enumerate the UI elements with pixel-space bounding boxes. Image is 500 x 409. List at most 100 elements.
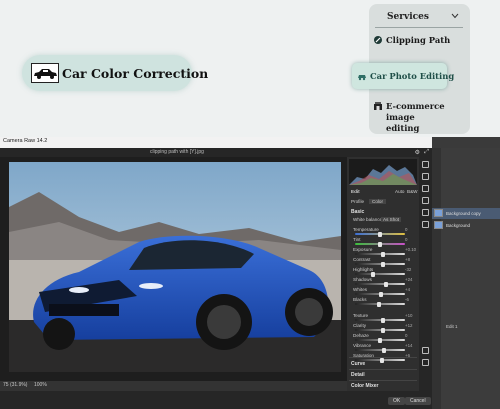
slider-knob[interactable] [381,347,386,353]
services-menu: Services Clipping Path Car Photo Editing… [352,4,470,134]
window-title: Camera Raw 14.2 [3,138,48,144]
redeye-tool-icon[interactable] [422,209,429,216]
car-color-correction-pill[interactable]: Car Color Correction [22,55,208,91]
slider-label: Texture [353,313,369,318]
slider-knob[interactable] [379,357,384,363]
panel-tab-edit[interactable]: Edit [351,189,360,194]
slider-value[interactable]: +12 [405,323,412,328]
ok-button[interactable]: OK [388,397,406,405]
edit-tool-icon[interactable] [422,161,429,168]
services-item-label: Car Photo Editing [370,71,455,81]
image-canvas[interactable] [0,157,347,381]
slider-knob[interactable] [370,271,375,277]
chevron-down-icon [451,12,459,21]
services-item-clipping-path[interactable]: Clipping Path [373,35,450,46]
app-menubar [432,137,500,148]
slider-value[interactable]: +8 [405,257,410,262]
slider-value[interactable]: +4 [405,287,410,292]
services-header-label: Services [387,12,429,22]
zoom-tool-icon[interactable] [422,347,429,354]
fullscreen-icon[interactable]: ⤢ [424,149,429,156]
layer-row[interactable]: Background copy [432,208,500,219]
slider-knob[interactable] [381,327,385,333]
slider-value[interactable]: +0.10 [405,247,416,252]
slider-track[interactable] [355,317,405,323]
slider-knob[interactable] [378,337,382,343]
slider-label: Dehaze [353,333,369,338]
slider-knob[interactable] [384,281,388,287]
window-titlebar: Camera Raw 14.2 [0,137,432,148]
services-item-label: Clipping Path [386,35,451,45]
services-item-ecommerce-editing[interactable]: E-commerce image editing [373,101,470,134]
slider-track[interactable] [355,281,405,287]
hand-tool-icon[interactable] [422,359,429,366]
white-balance-select[interactable]: As Shot [381,217,402,222]
detail-section-header[interactable]: Detail [351,372,365,378]
services-header[interactable]: Services [375,10,463,28]
slider-track[interactable] [355,301,405,307]
pen-tool-icon [373,35,383,48]
panel-icon-strip [432,148,441,409]
slider-track[interactable] [355,327,405,333]
healing-tool-icon[interactable] [422,185,429,192]
slider-track[interactable] [355,271,405,277]
presets-tool-icon[interactable] [422,221,429,228]
color-mixer-section-header[interactable]: Color Mixer [351,383,379,389]
slider-knob[interactable] [378,241,382,247]
slider-value[interactable]: 0 [405,333,407,338]
slider-value[interactable]: +24 [405,277,412,282]
zoom-percent[interactable]: 100% [34,382,47,388]
panel-tab-bw[interactable]: B&W [407,189,417,194]
slider-track[interactable] [355,231,405,237]
slider-track[interactable] [355,291,405,297]
slider-knob[interactable] [379,291,383,297]
slider-knob[interactable] [378,231,382,237]
layer-name: Background copy [446,211,481,216]
slider-label: Shadows [353,277,372,282]
canvas-statusbar: 75 (31.9%) 100% [0,381,347,391]
layer-extra-label: Edit 1 [446,324,458,329]
slider-value[interactable]: +14 [405,343,412,348]
services-item-label-line2: editing [386,123,420,133]
slider-value[interactable]: -6 [405,297,409,302]
cancel-button[interactable]: Cancel [405,397,431,405]
store-icon [373,101,383,114]
profile-label: Profile [351,199,365,204]
slider-knob[interactable] [380,317,385,323]
curve-section-header[interactable]: Curve [351,361,365,367]
panel-tab-auto[interactable]: Auto [395,189,404,194]
white-balance-label: White balance [353,217,383,222]
mask-tool-icon[interactable] [422,197,429,204]
slider-track[interactable] [355,347,405,353]
slider-track[interactable] [355,337,405,343]
divider [349,357,417,358]
slider-knob[interactable] [380,251,385,257]
slider-value[interactable]: 0 [405,237,407,242]
slider-track[interactable] [355,241,405,247]
car-photo [9,162,341,372]
divider [349,380,417,381]
profile-select[interactable]: Color [369,199,386,204]
slider-value[interactable]: 0 [405,227,407,232]
gear-icon[interactable]: ⚙ [415,149,420,156]
zoom-level[interactable]: 75 (31.9%) [3,382,27,388]
screenshot: Car Color Correction Services Clipping P… [0,0,500,409]
slider-track[interactable] [355,251,405,257]
services-item-car-photo-editing-content: Car Photo Editing [357,71,454,82]
slider-value[interactable]: +10 [405,313,412,318]
slider-label: Temperature [353,227,379,232]
slider-value[interactable]: -32 [405,267,411,272]
slider-knob[interactable] [380,261,385,267]
layer-row[interactable]: Background [432,220,500,231]
slider-track[interactable] [355,261,405,267]
slider-label: Highlights [353,267,374,272]
slider-knob[interactable] [376,301,381,307]
layer-name: Background [446,223,471,228]
basic-section-header[interactable]: Basic [351,209,364,215]
car-edit-icon [357,71,367,84]
crop-tool-icon[interactable] [422,173,429,180]
layer-thumbnail [434,209,443,217]
camera-raw-toolstrip [419,157,432,391]
document-bar: clipping path with [Y].jpg ⚙ ⤢ [0,148,432,157]
slider-label: Tint [353,237,361,242]
